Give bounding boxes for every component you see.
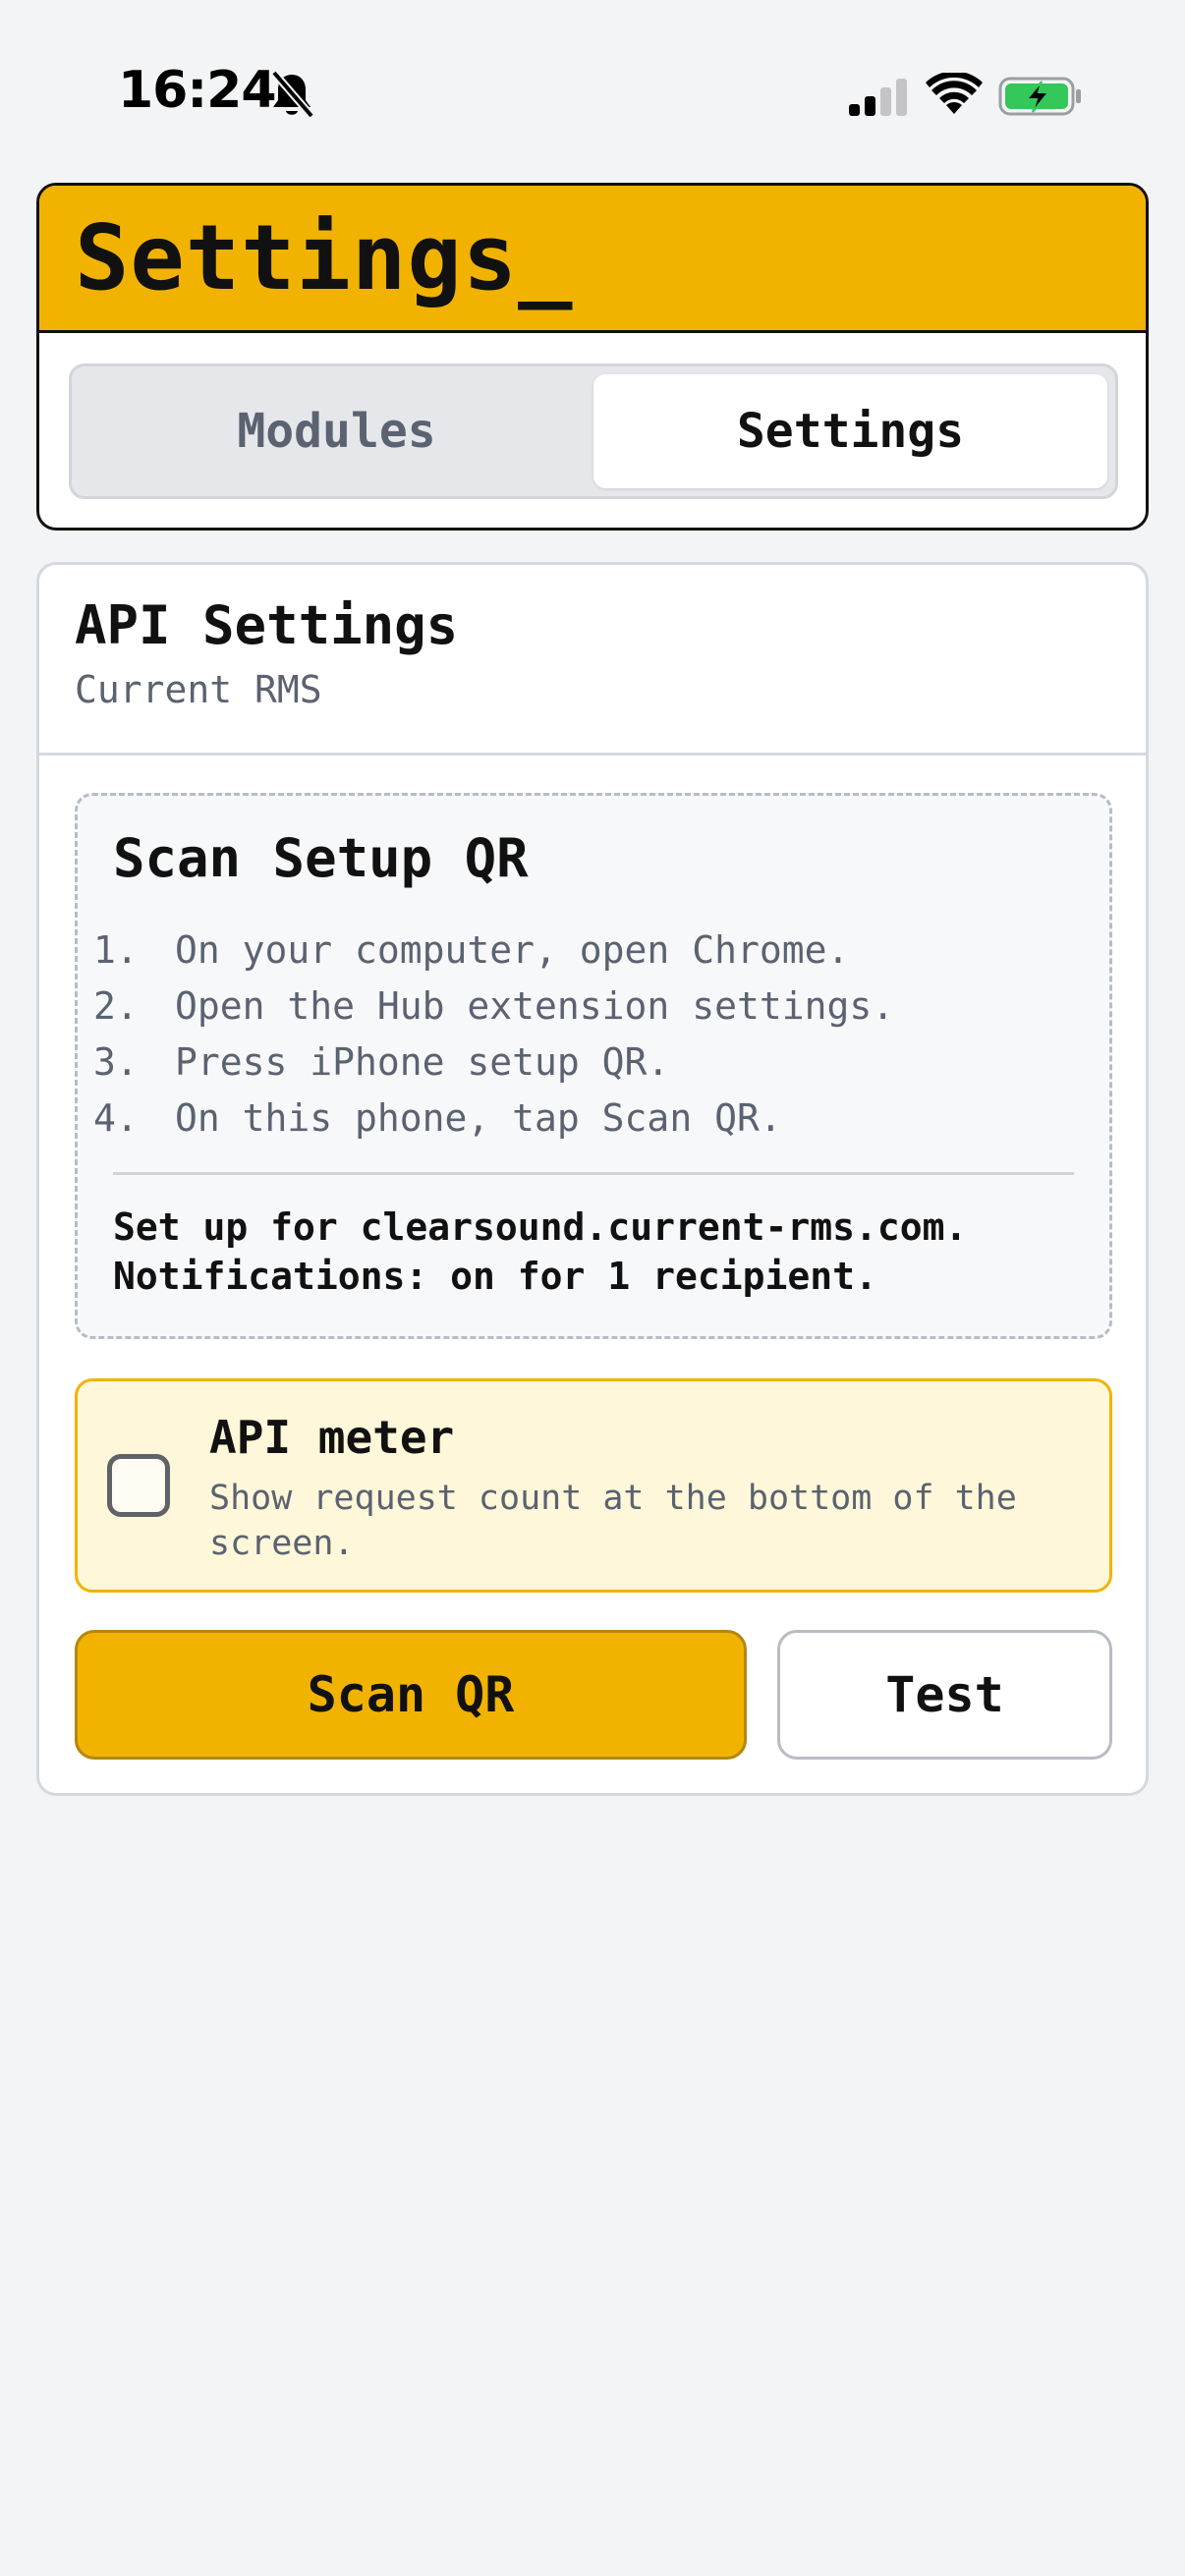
tab-settings[interactable]: Settings	[593, 374, 1107, 488]
list-item: 3. Press iPhone setup QR.	[93, 1035, 1074, 1091]
scan-setup-title: Scan Setup QR	[113, 827, 529, 889]
status-time: 16:24	[118, 61, 277, 120]
step-number: 2.	[93, 984, 139, 1028]
setup-status-domain: Set up for clearsound.current-rms.com.	[113, 1205, 968, 1249]
step-text: Open the Hub extension settings.	[175, 984, 895, 1028]
api-meter-description: Show request count at the bottom of the …	[209, 1479, 1017, 1563]
list-item: 1. On your computer, open Chrome.	[93, 923, 1074, 979]
step-text: On this phone, tap Scan QR.	[175, 1096, 782, 1140]
scan-qr-button[interactable]: Scan QR	[75, 1630, 747, 1760]
header-band: Settings _	[39, 186, 1146, 333]
card-header: API Settings Current RMS	[39, 565, 1146, 756]
title-cursor: _	[518, 205, 573, 310]
setup-status-notifications: Notifications: on for 1 recipient.	[113, 1255, 877, 1298]
header-card: Settings _ Modules Settings	[36, 183, 1149, 531]
page-title: Settings	[75, 205, 519, 310]
list-item: 2. Open the Hub extension settings.	[93, 979, 1074, 1035]
test-button[interactable]: Test	[777, 1630, 1112, 1760]
step-number: 3.	[93, 1040, 139, 1084]
api-settings-card: API Settings Current RMS Scan Setup QR 1…	[36, 562, 1149, 1796]
divider	[113, 1172, 1074, 1175]
card-subtitle: Current RMS	[75, 667, 322, 711]
api-meter-title: API meter	[209, 1411, 455, 1464]
scan-setup-panel: Scan Setup QR 1. On your computer, open C…	[75, 793, 1112, 1339]
step-text: On your computer, open Chrome.	[175, 928, 850, 972]
wifi-icon	[926, 73, 983, 114]
api-meter-option[interactable]: API meter Show request count at the bott…	[75, 1378, 1112, 1593]
section-tabs: Modules Settings	[69, 364, 1118, 499]
bell-slash-icon	[270, 70, 315, 119]
api-meter-checkbox[interactable]	[107, 1454, 170, 1517]
status-bar: 16:24	[0, 0, 1185, 187]
step-number: 1.	[93, 928, 139, 972]
setup-steps: 1. On your computer, open Chrome. 2. Open …	[93, 923, 1074, 1147]
step-number: 4.	[93, 1096, 139, 1140]
card-title: API Settings	[75, 594, 459, 656]
tab-modules[interactable]: Modules	[80, 374, 593, 488]
list-item: 4. On this phone, tap Scan QR.	[93, 1091, 1074, 1147]
battery-charging-icon	[998, 77, 1081, 116]
step-text: Press iPhone setup QR.	[175, 1040, 670, 1084]
cellular-signal-icon	[849, 79, 907, 116]
